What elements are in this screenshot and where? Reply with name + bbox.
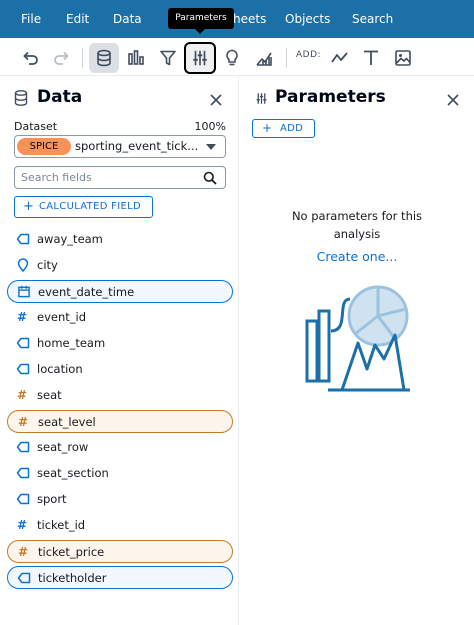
database-icon [14,90,28,106]
menu-edit[interactable]: Edit [66,0,89,38]
field-label: event_date_time [38,285,135,299]
forecast-icon[interactable] [249,43,279,73]
dimension-icon [16,363,30,375]
toolbar-divider [82,48,83,68]
undo-icon[interactable] [15,43,45,73]
plus-icon: + [262,121,273,135]
toolbar-divider [286,48,287,68]
insights-icon[interactable] [217,43,247,73]
parameters-icon [256,93,267,104]
text-box-icon[interactable] [356,43,386,73]
dimension-icon [16,337,30,349]
add-parameter-button[interactable]: + ADD [252,119,315,138]
chevron-down-icon [206,144,216,150]
menu-search[interactable]: Search [352,0,393,38]
menu-objects[interactable]: Objects [285,0,330,38]
measure-hash-icon: # [18,545,29,559]
search-input[interactable] [21,169,197,186]
field-label: seat_section [37,466,109,480]
data-icon[interactable] [89,43,119,73]
field-item[interactable]: location [7,358,233,381]
create-parameter-link[interactable]: Create one... [270,249,444,264]
data-panel-title: Data [37,87,83,107]
field-label: ticket_price [38,545,105,559]
field-item[interactable]: # event_id [7,306,233,329]
dimension-icon [16,233,30,245]
search-fields [14,166,226,189]
field-item[interactable]: away_team [7,228,233,251]
field-label: city [37,258,58,272]
id-hash-icon: # [17,518,28,532]
parameters-panel-title: Parameters [275,87,386,107]
data-panel: Data Dataset 100% SPICE sporting_event_t… [0,77,239,625]
image-icon[interactable] [388,43,418,73]
field-item[interactable]: home_team [7,332,233,355]
calculated-field-label: CALCULATED FIELD [39,201,141,212]
visualize-icon[interactable] [121,43,151,73]
dataset-percent: 100% [194,120,226,133]
field-item[interactable]: # seat [7,384,233,407]
field-label: ticketholder [38,571,107,585]
field-label: home_team [37,336,106,350]
menu-file[interactable]: File [21,0,41,38]
field-item[interactable]: event_date_time [7,280,233,303]
close-icon[interactable] [208,92,224,108]
add-parameter-label: ADD [280,123,304,134]
measure-hash-icon: # [18,415,29,429]
field-item[interactable]: ticketholder [7,566,233,589]
field-label: location [37,362,83,376]
calendar-icon [18,285,30,298]
parameters-icon[interactable] [184,42,216,74]
field-label: away_team [37,232,103,246]
field-label: ticket_id [37,518,86,532]
dataset-label: Dataset [14,120,58,133]
empty-parameters-illustration [305,285,410,392]
measure-hash-icon: # [17,388,28,402]
field-label: seat_level [38,415,96,429]
dimension-icon [16,441,30,453]
field-label: sport [37,492,67,506]
parameters-panel: Parameters + ADD No parameters for this … [240,77,474,625]
field-item[interactable]: # ticket_price [7,540,233,563]
redo-icon[interactable] [47,43,77,73]
location-pin-icon [17,258,29,272]
field-label: event_id [37,310,86,324]
tooltip-arrow [194,28,206,34]
field-item[interactable]: city [7,254,233,277]
field-item[interactable]: # ticket_id [7,514,233,537]
field-item[interactable]: seat_section [7,462,233,485]
field-item[interactable]: sport [7,488,233,511]
dimension-icon [16,467,30,479]
dimension-icon [17,572,31,584]
search-icon[interactable] [203,171,217,185]
close-icon[interactable] [445,92,461,108]
menu-data[interactable]: Data [113,0,142,38]
dimension-icon [16,493,30,505]
spice-badge: SPICE [17,138,71,155]
dataset-select[interactable]: SPICE sporting_event_tick... [14,135,226,158]
field-label: seat_row [37,440,89,454]
add-label: ADD: [296,50,322,60]
field-label: seat [37,388,62,402]
plus-icon: + [23,199,34,214]
field-item[interactable]: # seat_level [7,410,233,433]
add-calculated-field-button[interactable]: + CALCULATED FIELD [14,196,153,218]
dataset-name: sporting_event_tick... [75,139,199,153]
filter-icon[interactable] [153,43,183,73]
menu-sheets[interactable]: heets [233,0,266,38]
field-item[interactable]: seat_row [7,436,233,459]
menu-bar: File Edit Data heets Objects Search [0,0,474,38]
line-visual-icon[interactable] [325,43,355,73]
toolbar: ADD: [0,38,474,76]
empty-state-message: No parameters for this analysis [291,209,423,241]
parameters-tooltip: Parameters [168,8,234,29]
id-hash-icon: # [17,310,28,324]
